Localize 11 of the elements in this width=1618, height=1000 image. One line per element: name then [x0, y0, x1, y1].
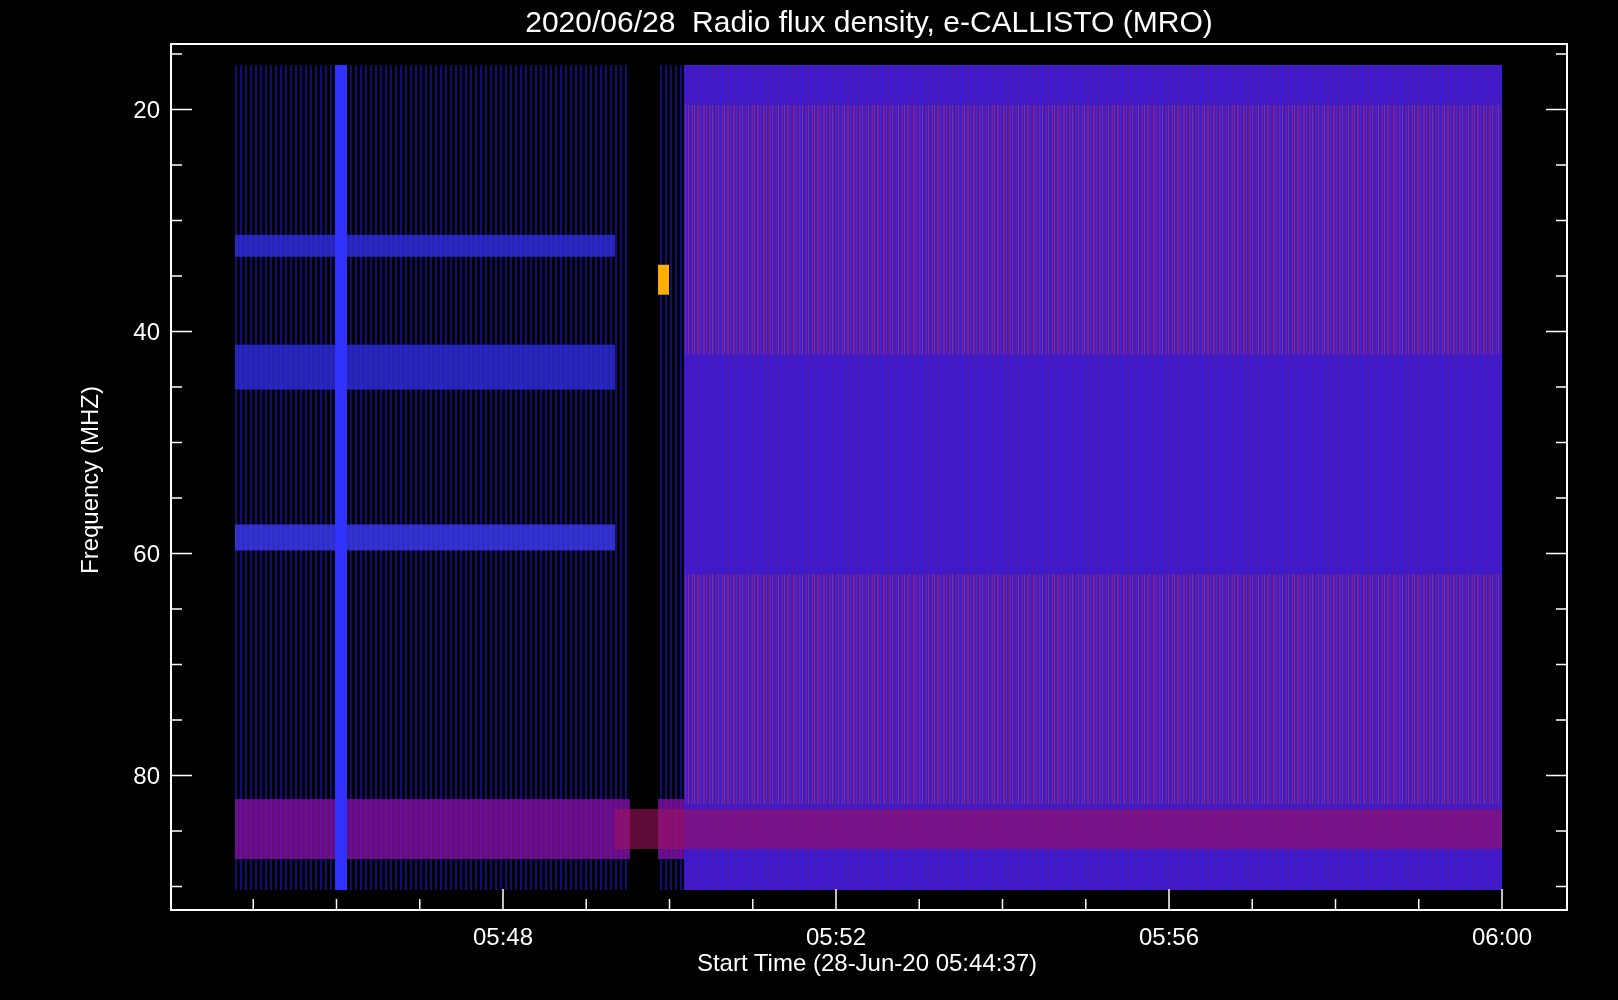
x-axis-label: Start Time (28-Jun-20 05:44:37) — [696, 949, 1038, 977]
x-tick-label: 05:52 — [805, 923, 867, 951]
y-tick-label: 40 — [133, 317, 160, 346]
y-tick-label: 60 — [133, 539, 160, 568]
x-tick-label: 06:00 — [1471, 923, 1533, 951]
y-tick-label: 80 — [133, 761, 160, 790]
y-tick-label: 20 — [133, 95, 160, 124]
y-axis-label: Frequency (MHZ) — [76, 386, 104, 574]
plot-title: 2020/06/28 Radio flux density, e-CALLISTO (MRO) — [524, 3, 1214, 40]
x-tick-label: 05:48 — [472, 923, 534, 951]
x-tick-label: 05:56 — [1138, 923, 1200, 951]
